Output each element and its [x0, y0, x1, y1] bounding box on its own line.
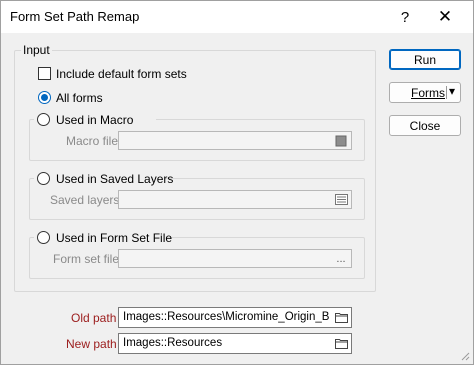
- forms-button-label: Forms: [411, 85, 445, 100]
- close-button[interactable]: Close: [389, 115, 461, 136]
- new-path-field[interactable]: Images::Resources: [118, 333, 352, 354]
- macro-file-browse-icon[interactable]: [333, 133, 349, 148]
- forms-button[interactable]: Forms ▾: [389, 82, 461, 103]
- resize-grip-icon[interactable]: [460, 351, 470, 361]
- folder-icon[interactable]: [333, 310, 349, 325]
- all-forms-label[interactable]: All forms: [56, 91, 103, 105]
- chevron-down-icon[interactable]: ▾: [449, 84, 455, 98]
- used-in-form-set-file-label[interactable]: Used in Form Set File: [56, 231, 172, 245]
- form-set-file-label: Form set file: [53, 252, 120, 266]
- macro-file-label: Macro file: [66, 134, 119, 148]
- new-path-value: Images::Resources: [123, 337, 223, 349]
- used-in-macro-label[interactable]: Used in Macro: [56, 113, 133, 127]
- run-button[interactable]: Run: [389, 49, 461, 70]
- include-default-checkbox[interactable]: [38, 67, 51, 80]
- help-button[interactable]: ?: [385, 1, 425, 33]
- help-icon: ?: [400, 8, 410, 26]
- macro-file-field[interactable]: [118, 131, 352, 150]
- ellipsis-icon[interactable]: ...: [333, 251, 349, 266]
- saved-layers-field[interactable]: [118, 190, 352, 209]
- forms-separator: [446, 86, 447, 99]
- form-set-path-remap-dialog: Form Set Path Remap ? ✕ Input Include de…: [0, 0, 474, 365]
- run-button-label: Run: [413, 52, 436, 67]
- close-button-label: Close: [409, 118, 441, 133]
- old-path-label: Old path: [71, 311, 117, 325]
- close-window-button[interactable]: ✕: [425, 1, 465, 33]
- used-in-saved-layers-label[interactable]: Used in Saved Layers: [56, 172, 173, 186]
- title-bar: Form Set Path Remap ? ✕: [1, 1, 473, 33]
- old-path-value: Images::Resources\Micromine_Origin_Beyon…: [123, 311, 329, 323]
- input-group-label: Input: [21, 43, 52, 57]
- new-path-label: New path: [66, 337, 117, 351]
- form-set-file-field[interactable]: ...: [118, 249, 352, 268]
- folder-icon[interactable]: [333, 336, 349, 351]
- layers-list-icon[interactable]: [333, 192, 349, 207]
- used-in-form-set-file-radio[interactable]: [37, 231, 50, 244]
- window-title: Form Set Path Remap: [10, 9, 140, 24]
- saved-layers-label: Saved layers: [50, 193, 120, 207]
- all-forms-radio[interactable]: [38, 91, 51, 104]
- include-default-label[interactable]: Include default form sets: [56, 67, 187, 81]
- close-icon: ✕: [437, 7, 453, 26]
- old-path-field[interactable]: Images::Resources\Micromine_Origin_Beyon…: [118, 307, 352, 328]
- used-in-saved-layers-radio[interactable]: [37, 172, 50, 185]
- used-in-macro-radio[interactable]: [37, 113, 50, 126]
